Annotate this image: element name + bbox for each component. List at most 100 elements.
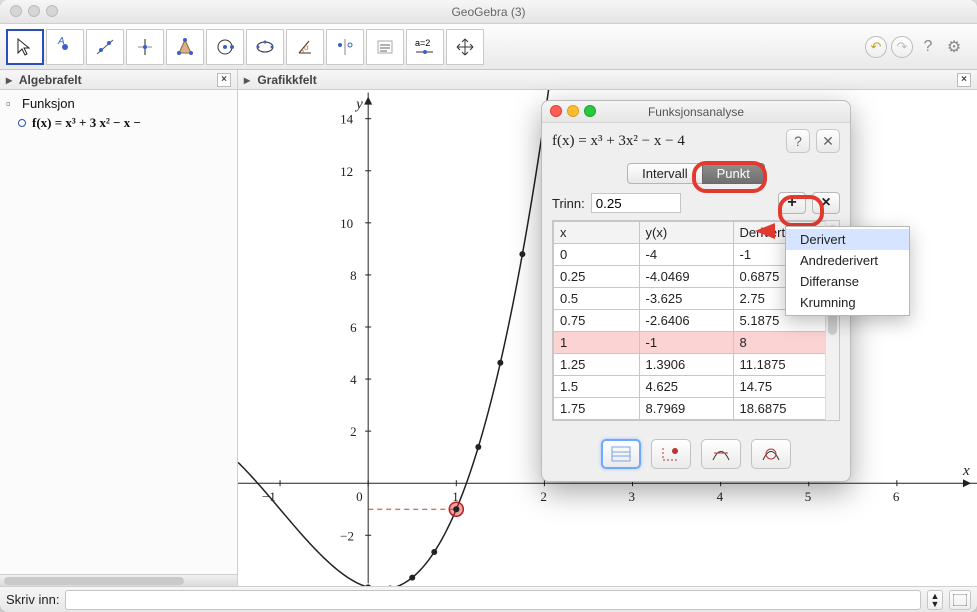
cell: 1 [554, 332, 640, 354]
svg-text:2: 2 [540, 489, 547, 504]
cell: 11.1875 [733, 354, 838, 376]
close-algebra-button[interactable]: × [217, 73, 231, 87]
algebra-header: ▸ Algebrafelt × [0, 70, 237, 90]
table-row[interactable]: 1.758.796918.6875 [554, 398, 839, 420]
svg-text:α: α [304, 43, 309, 52]
visibility-toggle-icon[interactable] [18, 119, 26, 127]
slider-tool[interactable]: a=2 [406, 29, 444, 65]
minimize-window-icon[interactable] [28, 5, 40, 17]
show-tangent-button[interactable] [701, 439, 741, 469]
angle-tool[interactable]: α [286, 29, 324, 65]
cell: 8.7969 [639, 398, 733, 420]
cell: 1.5 [554, 376, 640, 398]
show-xy-lines-button[interactable] [651, 439, 691, 469]
table-row[interactable]: 1-18 [554, 332, 839, 354]
command-input[interactable] [65, 590, 921, 610]
dialog-minimize-icon[interactable] [567, 105, 579, 117]
titlebar: GeoGebra (3) [0, 0, 977, 24]
svg-text:−2: −2 [340, 528, 354, 543]
conic-tool[interactable] [246, 29, 284, 65]
algebra-scrollbar[interactable] [0, 574, 237, 586]
table-row[interactable]: 1.251.390611.1875 [554, 354, 839, 376]
close-window-icon[interactable] [10, 5, 22, 17]
step-input[interactable] [591, 193, 681, 213]
dialog-close-icon[interactable] [550, 105, 562, 117]
cell: -2.6406 [639, 310, 733, 332]
disclosure-icon[interactable]: ▸ [244, 73, 254, 87]
disclosure-icon[interactable]: ▸ [6, 73, 16, 87]
dialog-head: f(x) = x³ + 3x² − x − 4 ? ✕ [542, 123, 850, 159]
settings-icon[interactable]: ⚙ [943, 36, 965, 58]
tab-point[interactable]: Punkt [702, 163, 765, 184]
text-tool[interactable] [366, 29, 404, 65]
dialog-zoom-icon[interactable] [584, 105, 596, 117]
svg-text:4: 4 [717, 489, 724, 504]
svg-text:3: 3 [629, 489, 636, 504]
disclosure-icon[interactable]: ▫ [6, 96, 16, 111]
menu-item[interactable]: Differanse [786, 271, 909, 292]
circle-tool[interactable] [206, 29, 244, 65]
graphics-header: ▸ Grafikkfelt × [238, 70, 977, 90]
cell: -1 [639, 332, 733, 354]
cell: 1.3906 [639, 354, 733, 376]
svg-text:12: 12 [340, 164, 353, 179]
algebra-title: Algebrafelt [19, 73, 82, 87]
point-tool[interactable]: A [46, 29, 84, 65]
move-view-tool[interactable] [446, 29, 484, 65]
perpendicular-tool[interactable] [126, 29, 164, 65]
tab-interval[interactable]: Intervall [627, 163, 703, 184]
svg-text:8: 8 [350, 268, 357, 283]
column-type-menu: DerivertAndrederivertDifferanseKrumning [785, 226, 910, 316]
svg-text:x: x [962, 463, 970, 479]
function-item[interactable]: f(x) = x³ + 3 x² − x − [32, 115, 141, 131]
redo-button[interactable]: ↷ [891, 36, 913, 58]
zoom-window-icon[interactable] [46, 5, 58, 17]
svg-text:14: 14 [340, 112, 354, 127]
table-row[interactable]: 1.54.62514.75 [554, 376, 839, 398]
cell: 0.75 [554, 310, 640, 332]
function-expression: f(x) = x³ + 3x² − x − 4 [552, 133, 685, 150]
polygon-tool[interactable] [166, 29, 204, 65]
cell: 0.25 [554, 266, 640, 288]
cell: 14.75 [733, 376, 838, 398]
dialog-tabs: Intervall Punkt [542, 159, 850, 192]
dialog-title: Funksjonsanalyse [648, 105, 744, 119]
cell: 0.5 [554, 288, 640, 310]
svg-text:6: 6 [350, 320, 357, 335]
svg-text:0: 0 [356, 489, 363, 504]
cell: 1.75 [554, 398, 640, 420]
cell: -4.0469 [639, 266, 733, 288]
step-label: Trinn: [552, 196, 585, 211]
show-table-button[interactable] [601, 439, 641, 469]
dialog-settings-button[interactable]: ✕ [816, 129, 840, 153]
svg-text:4: 4 [350, 372, 357, 387]
algebra-panel: ▸ Algebrafelt × ▫Funksjon f(x) = x³ + 3 … [0, 70, 238, 586]
main-toolbar: A α a=2 ↶ ↷ ? ⚙ [0, 24, 977, 70]
window-title: GeoGebra (3) [451, 5, 525, 19]
col-x[interactable]: x [554, 222, 640, 244]
reflect-tool[interactable] [326, 29, 364, 65]
line-tool[interactable] [86, 29, 124, 65]
menu-item[interactable]: Andrederivert [786, 250, 909, 271]
cell: -3.625 [639, 288, 733, 310]
add-column-button[interactable]: + [778, 192, 806, 214]
undo-button[interactable]: ↶ [865, 36, 887, 58]
col-yx[interactable]: y(x) [639, 222, 733, 244]
dialog-bottom-bar [542, 429, 850, 481]
svg-text:6: 6 [893, 489, 900, 504]
dialog-help-button[interactable]: ? [786, 129, 810, 153]
menu-item[interactable]: Krumning [786, 292, 909, 313]
virtual-keyboard-button[interactable] [949, 590, 971, 610]
cell: 4.625 [639, 376, 733, 398]
show-osculating-button[interactable] [751, 439, 791, 469]
close-graphics-button[interactable]: × [957, 73, 971, 87]
help-icon[interactable]: ? [917, 36, 939, 58]
remove-column-button[interactable]: × [812, 192, 840, 214]
history-stepper[interactable]: ▲▼ [927, 590, 943, 610]
cell: 8 [733, 332, 838, 354]
pointer-tool[interactable] [6, 29, 44, 65]
svg-text:5: 5 [805, 489, 812, 504]
menu-item[interactable]: Derivert [786, 229, 909, 250]
svg-text:y: y [354, 97, 363, 113]
algebra-body: ▫Funksjon f(x) = x³ + 3 x² − x − [0, 90, 237, 574]
